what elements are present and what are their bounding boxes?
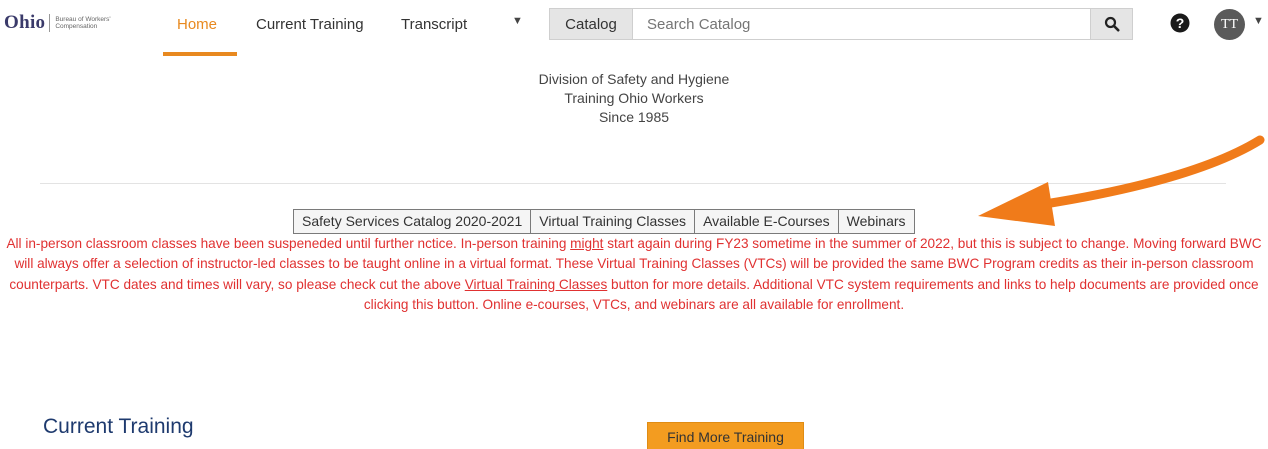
notice-link-might[interactable]: might: [570, 236, 603, 251]
top-navigation-bar: Ohio Bureau of Workers' Compensation Hom…: [0, 0, 1268, 48]
logo-subtext: Bureau of Workers' Compensation: [55, 15, 111, 31]
annotation-arrow-icon: [978, 135, 1265, 226]
intro-line-training: Training Ohio Workers: [564, 90, 704, 106]
intro-line-since: Since 1985: [598, 109, 670, 125]
active-tab-underline: [163, 52, 237, 56]
user-avatar[interactable]: TT: [1214, 9, 1245, 40]
nav-home[interactable]: Home: [177, 16, 217, 33]
bwc-logo[interactable]: Ohio Bureau of Workers' Compensation: [4, 12, 119, 34]
catalog-tab-buttons: Safety Services Catalog 2020-2021 Virtua…: [293, 209, 915, 234]
user-menu-chevron-down-icon[interactable]: ▼: [1253, 15, 1264, 27]
intro-line-division: Division of Safety and Hygiene: [538, 71, 730, 87]
nav-transcript[interactable]: Transcript: [401, 16, 467, 33]
nav-current-training[interactable]: Current Training: [256, 16, 364, 33]
current-training-heading: Current Training: [43, 415, 194, 438]
search-button[interactable]: [1090, 8, 1133, 40]
logo-ohio-text: Ohio: [4, 12, 46, 33]
logo-divider: [49, 14, 51, 32]
find-more-training-button[interactable]: Find More Training: [647, 422, 804, 449]
notice-text-part1: All in-person classroom classes have bee…: [6, 236, 571, 251]
notice-link-virtual-training-classes[interactable]: Virtual Training Classes: [465, 277, 608, 292]
available-e-courses-button[interactable]: Available E-Courses: [694, 209, 839, 234]
help-question-icon[interactable]: ?: [1170, 13, 1190, 33]
webinars-button[interactable]: Webinars: [837, 209, 915, 234]
safety-services-catalog-button[interactable]: Safety Services Catalog 2020-2021: [293, 209, 532, 234]
catalog-button[interactable]: Catalog: [549, 8, 633, 40]
virtual-training-classes-button[interactable]: Virtual Training Classes: [530, 209, 696, 234]
search-catalog-input[interactable]: [633, 8, 1090, 40]
nav-more-chevron-down-icon[interactable]: ▼: [512, 15, 523, 27]
classroom-notice: All in-person classroom classes have bee…: [0, 234, 1268, 315]
search-icon: [1104, 16, 1119, 32]
svg-text:?: ?: [1176, 15, 1185, 31]
intro-text: Division of Safety and Hygiene Training …: [0, 70, 1268, 127]
